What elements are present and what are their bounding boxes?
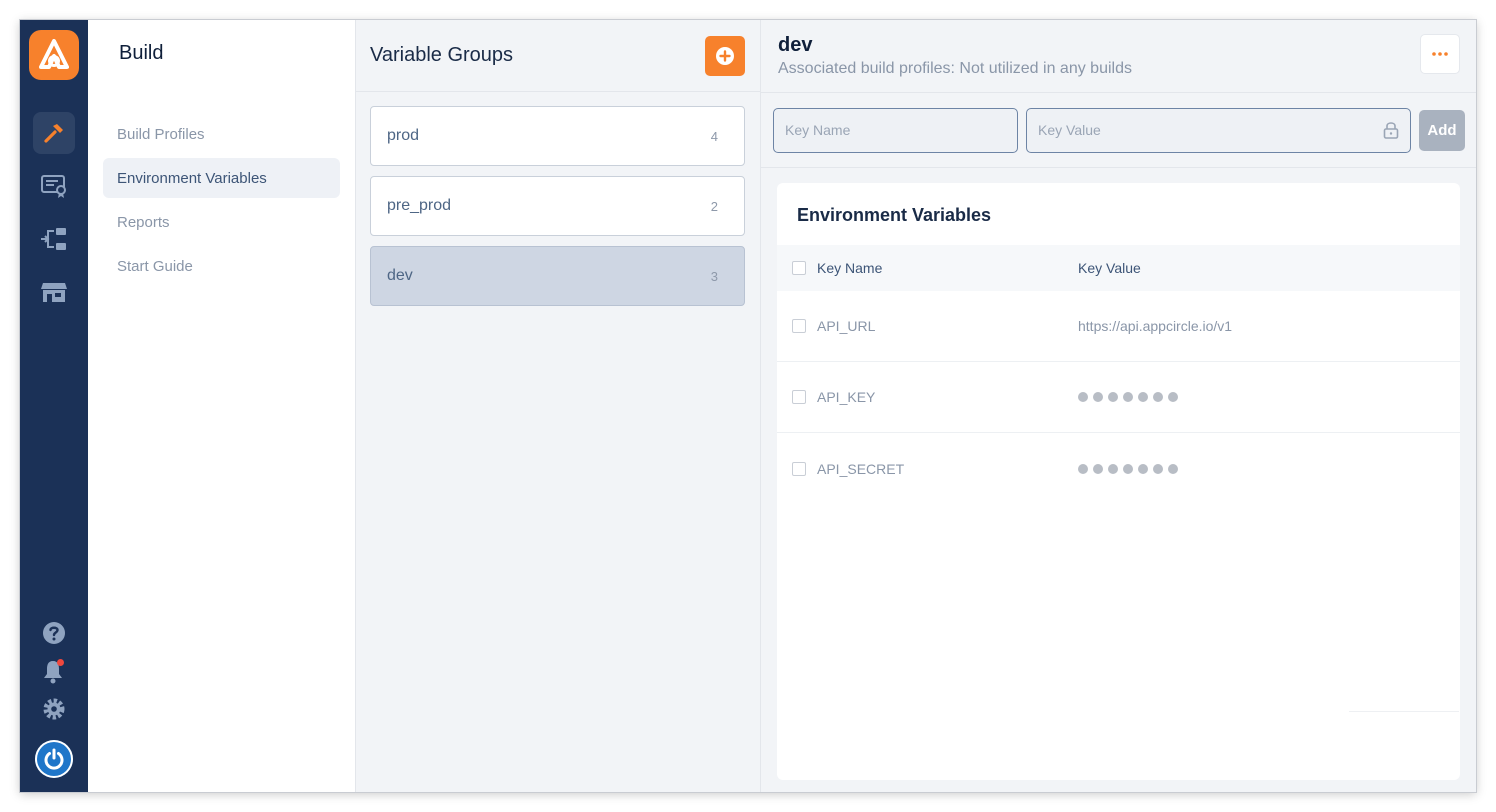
icon-rail: [20, 20, 88, 792]
variable-groups-title: Variable Groups: [370, 44, 514, 66]
group-name: dev: [387, 267, 413, 284]
group-count: 3: [710, 268, 718, 284]
group-name: pre_prod: [387, 197, 452, 214]
notifications-button[interactable]: [37, 654, 71, 688]
sidebar-item-build-profiles[interactable]: Build Profiles: [103, 114, 340, 154]
sidebar-item-reports[interactable]: Reports: [103, 202, 340, 242]
more-options-button[interactable]: [1420, 34, 1460, 74]
help-icon: [43, 622, 65, 644]
nav-signing-identities[interactable]: [33, 165, 75, 207]
settings-button[interactable]: [37, 692, 71, 726]
divider: [1349, 711, 1459, 712]
help-button[interactable]: [37, 616, 71, 650]
select-all-checkbox[interactable]: [792, 261, 806, 275]
variable-group-item[interactable]: prod 4: [370, 106, 745, 166]
variable-group-list: prod 4 pre_prod 2 dev 3: [356, 92, 760, 306]
variable-groups-panel: Variable Groups prod 4 pre_prod 2 dev 3: [356, 20, 761, 792]
appcircle-logo[interactable]: [29, 30, 79, 80]
sidebar-item-start-guide[interactable]: Start Guide: [103, 246, 340, 286]
nav-distribution[interactable]: [33, 218, 75, 260]
group-details-header: dev Associated build profiles: Not utili…: [761, 20, 1476, 92]
masked-value: [1078, 463, 1178, 474]
group-details-panel: dev Associated build profiles: Not utili…: [761, 20, 1476, 792]
add-variable-group-button[interactable]: [705, 35, 745, 76]
variable-key: API_URL: [817, 318, 876, 334]
table-row[interactable]: API_KEY: [777, 362, 1460, 433]
key-value-field[interactable]: [1026, 107, 1411, 153]
build-sidebar: Build Build Profiles Environment Variabl…: [88, 20, 356, 792]
key-value-input[interactable]: [1038, 122, 1338, 138]
nav-store[interactable]: [33, 271, 75, 313]
ellipsis-icon: [1432, 52, 1448, 56]
power-icon: [44, 748, 64, 770]
sidebar-item-environment-variables[interactable]: Environment Variables: [103, 158, 340, 198]
variable-group-item-selected[interactable]: dev 3: [370, 246, 745, 306]
add-variable-row: Add: [761, 92, 1476, 168]
logo-icon: [39, 39, 69, 69]
gear-icon: [43, 698, 65, 720]
variable-key: API_SECRET: [817, 460, 905, 477]
variable-key: API_KEY: [817, 389, 876, 405]
variables-table-body: API_URL https://api.appcircle.io/v1 API_…: [777, 291, 1460, 504]
lock-icon[interactable]: [1383, 121, 1399, 139]
associated-profiles-text: Associated build profiles: Not utilized …: [778, 60, 1132, 77]
column-header-key-value: Key Value: [1078, 260, 1141, 276]
account-button[interactable]: [35, 740, 73, 778]
sidebar-menu: Build Profiles Environment Variables Rep…: [103, 114, 340, 286]
add-variable-button[interactable]: Add: [1419, 109, 1465, 151]
environment-variables-card: Environment Variables Key Name Key Value…: [777, 183, 1460, 780]
masked-value: [1078, 392, 1178, 402]
variable-group-item[interactable]: pre_prod 2: [370, 176, 745, 236]
variable-groups-header: Variable Groups: [356, 20, 760, 92]
column-header-key-name: Key Name: [817, 260, 883, 276]
table-header: Key Name Key Value: [777, 245, 1460, 291]
certificate-icon: [41, 175, 66, 198]
group-count: 2: [710, 198, 718, 214]
distribution-icon: [41, 228, 66, 250]
hammer-icon: [44, 124, 63, 143]
group-count: 4: [710, 128, 718, 144]
table-row[interactable]: API_URL https://api.appcircle.io/v1: [777, 291, 1460, 362]
app-window: Build Build Profiles Environment Variabl…: [20, 20, 1476, 792]
nav-build[interactable]: [33, 112, 75, 154]
group-name: prod: [387, 127, 420, 144]
group-title: dev: [778, 34, 813, 56]
table-row[interactable]: API_SECRET: [777, 433, 1460, 504]
environment-variables-title: Environment Variables: [797, 205, 992, 225]
row-checkbox[interactable]: [792, 461, 806, 476]
plus-circle-icon: [716, 46, 734, 65]
key-name-input[interactable]: [785, 122, 1006, 138]
row-checkbox[interactable]: [792, 319, 806, 333]
variable-value: https://api.appcircle.io/v1: [1078, 318, 1233, 334]
bell-icon: [44, 659, 64, 684]
row-checkbox[interactable]: [792, 390, 806, 404]
key-name-field[interactable]: [773, 107, 1018, 153]
sidebar-title: Build: [119, 42, 164, 64]
store-icon: [41, 283, 67, 302]
